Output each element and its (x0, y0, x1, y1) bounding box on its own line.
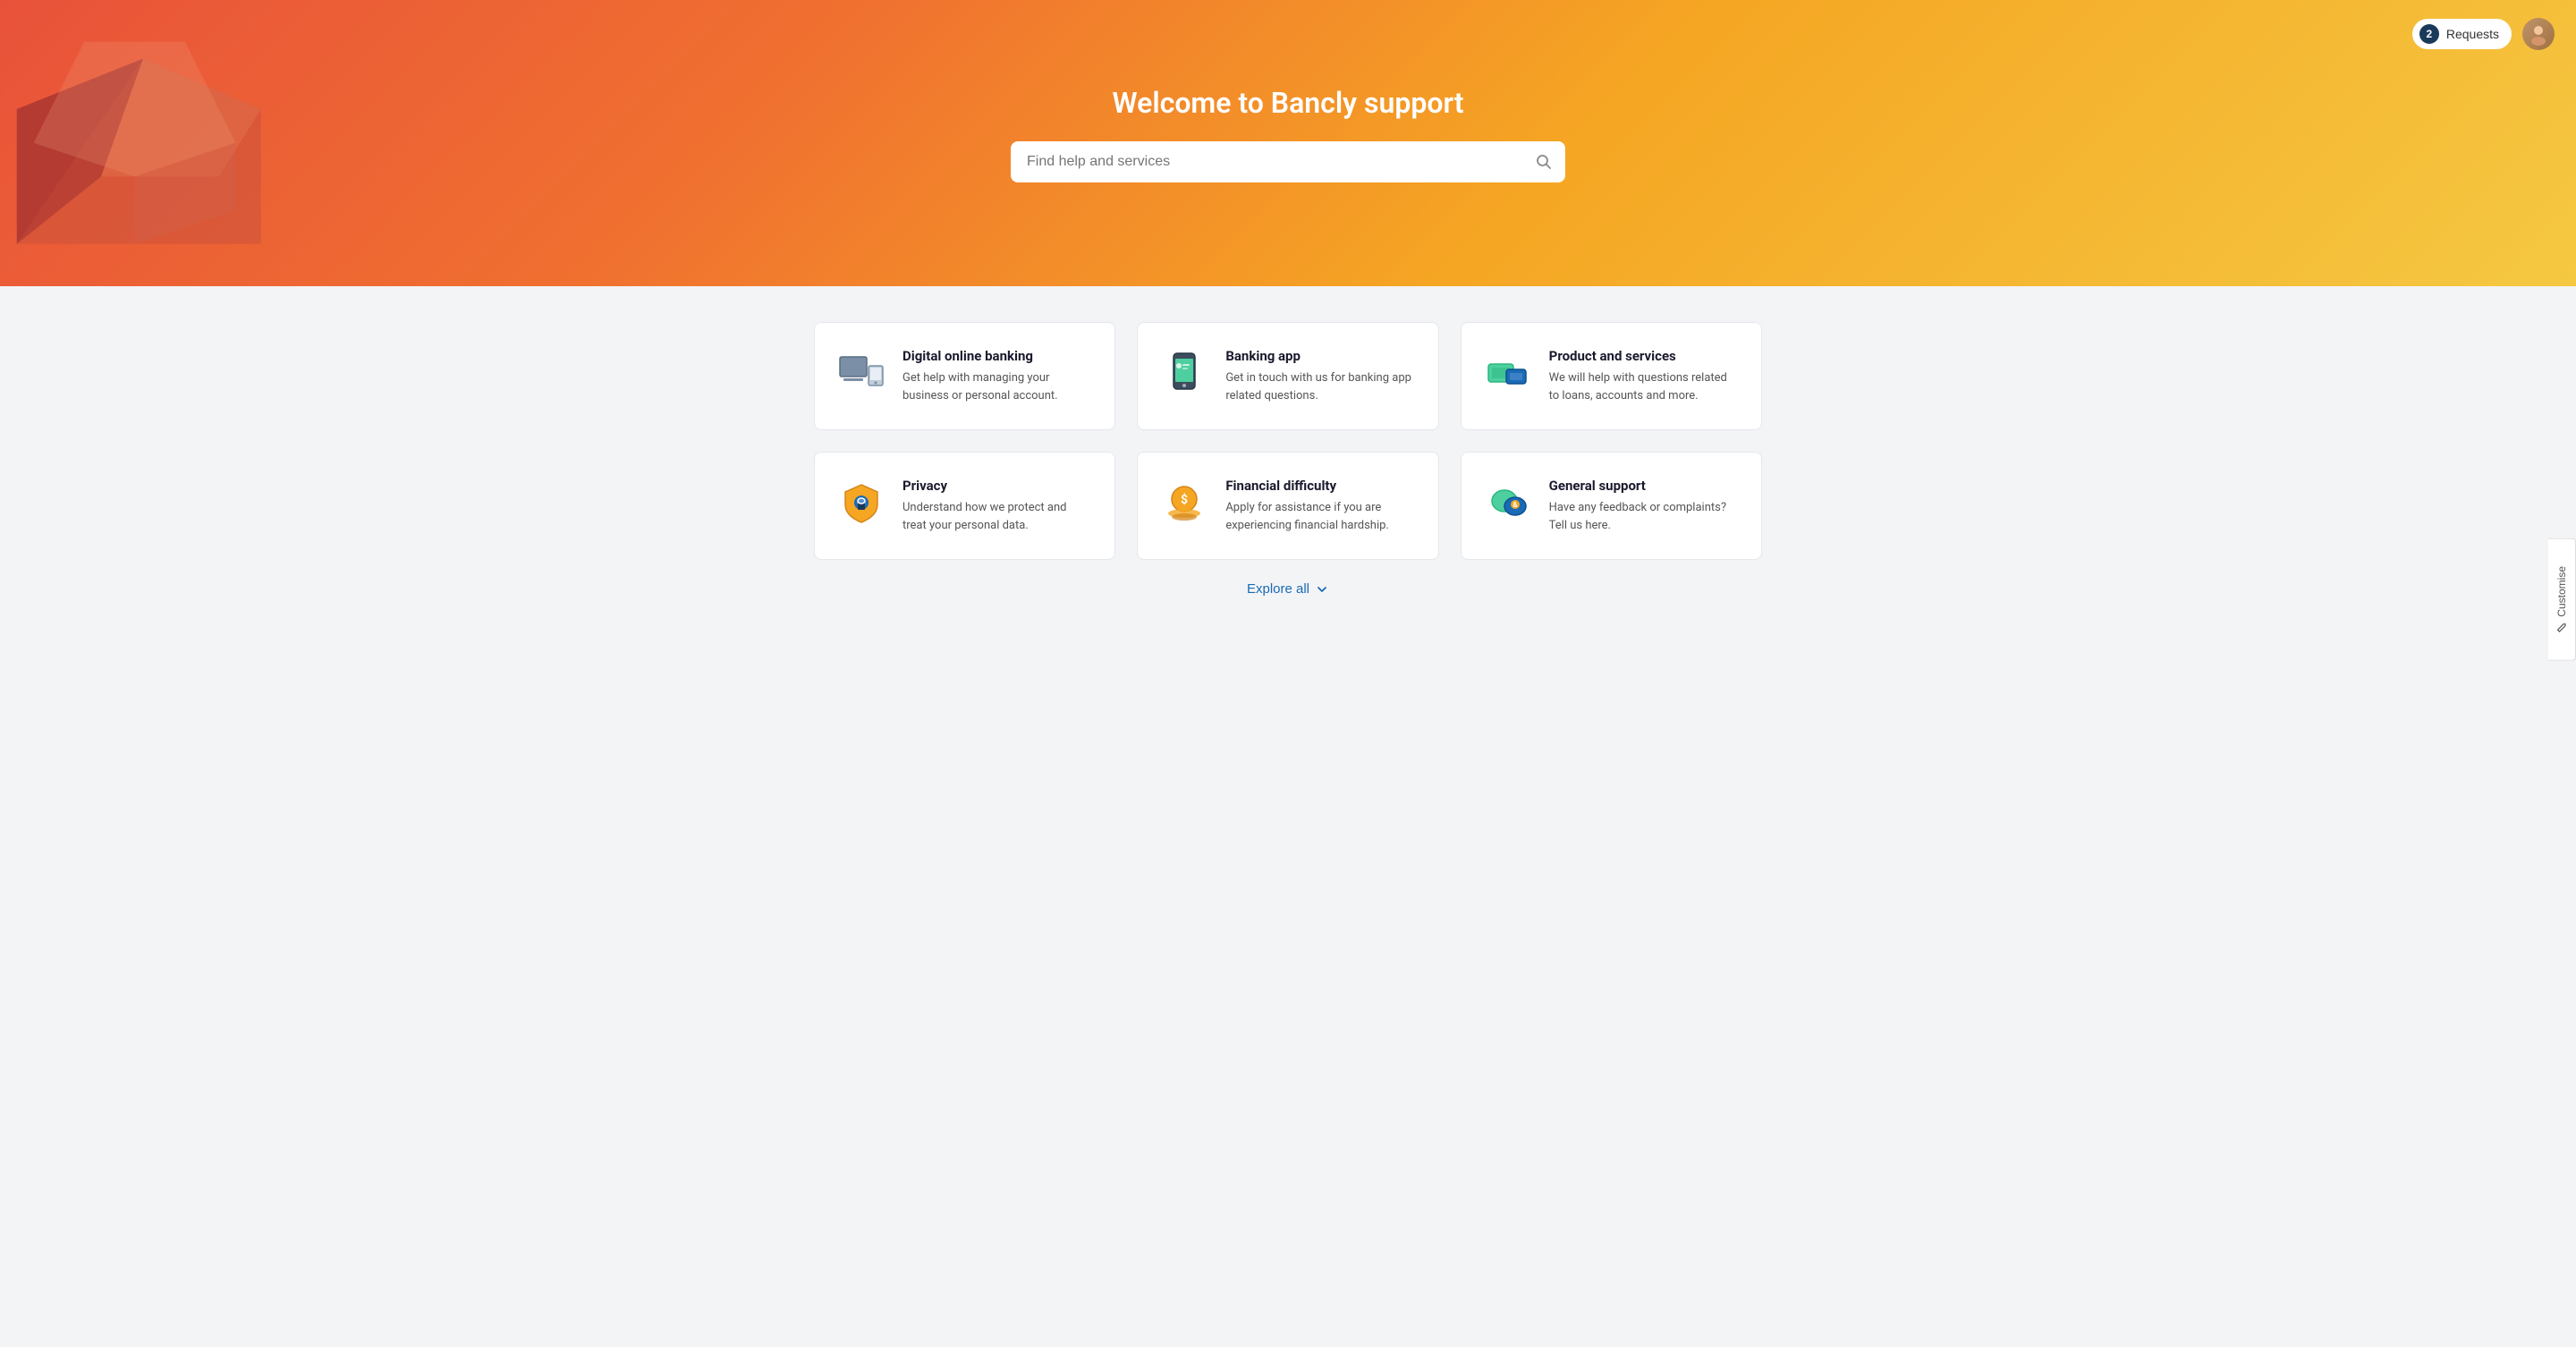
card-title-digital-banking: Digital online banking (902, 348, 1093, 364)
card-icon-app (1159, 348, 1209, 398)
card-icon-finance: $ (1159, 478, 1209, 528)
customise-label: Customise (2555, 566, 2568, 617)
chevron-down-icon (1315, 582, 1329, 597)
hero-decoration (0, 0, 286, 277)
customise-tab-wrapper: Customise (2548, 538, 2576, 661)
card-icon-support: & (1483, 478, 1533, 528)
card-icon-privacy (836, 478, 886, 528)
top-nav: 2 Requests (2412, 18, 2555, 50)
card-desc-digital-banking: Get help with managing your business or … (902, 369, 1093, 404)
explore-all-wrapper: Explore all (814, 581, 1762, 597)
requests-button[interactable]: 2 Requests (2412, 19, 2512, 49)
user-avatar[interactable] (2522, 18, 2555, 50)
card-desc-banking-app: Get in touch with us for banking app rel… (1225, 369, 1416, 404)
card-body-privacy: Privacy Understand how we protect and tr… (902, 478, 1093, 534)
customise-button[interactable]: Customise (2548, 538, 2576, 661)
search-input[interactable] (1011, 141, 1565, 182)
cards-grid: Digital online banking Get help with man… (814, 322, 1762, 560)
requests-label: Requests (2446, 27, 2499, 41)
card-title-banking-app: Banking app (1225, 348, 1416, 364)
card-general-support[interactable]: & General support Have any feedback or c… (1461, 452, 1762, 560)
card-icon-product (1483, 348, 1533, 398)
card-title-products-services: Product and services (1549, 348, 1740, 364)
card-body-banking-app: Banking app Get in touch with us for ban… (1225, 348, 1416, 404)
card-desc-privacy: Understand how we protect and treat your… (902, 499, 1093, 534)
card-desc-products-services: We will help with questions related to l… (1549, 369, 1740, 404)
explore-all-label: Explore all (1247, 581, 1309, 597)
card-desc-general-support: Have any feedback or complaints? Tell us… (1549, 499, 1740, 534)
card-privacy[interactable]: Privacy Understand how we protect and tr… (814, 452, 1115, 560)
hero-title: Welcome to Bancly support (1112, 86, 1463, 120)
card-products-services[interactable]: Product and services We will help with q… (1461, 322, 1762, 430)
card-financial-difficulty[interactable]: $ Financial difficulty Apply for assista… (1137, 452, 1438, 560)
card-body-digital-banking: Digital online banking Get help with man… (902, 348, 1093, 404)
card-title-privacy: Privacy (902, 478, 1093, 494)
svg-text:&: & (1513, 501, 1518, 509)
svg-text:$: $ (1181, 492, 1188, 507)
pencil-icon (2556, 623, 2567, 633)
search-wrapper (1011, 141, 1565, 182)
avatar-image (2522, 18, 2555, 50)
search-button[interactable] (1535, 153, 1553, 171)
card-digital-banking[interactable]: Digital online banking Get help with man… (814, 322, 1115, 430)
card-body-financial-difficulty: Financial difficulty Apply for assistanc… (1225, 478, 1416, 534)
search-icon (1535, 153, 1553, 171)
explore-all-button[interactable]: Explore all (1247, 581, 1329, 597)
card-body-general-support: General support Have any feedback or com… (1549, 478, 1740, 534)
card-icon-digital (836, 348, 886, 398)
card-title-general-support: General support (1549, 478, 1740, 494)
card-banking-app[interactable]: Banking app Get in touch with us for ban… (1137, 322, 1438, 430)
card-desc-financial-difficulty: Apply for assistance if you are experien… (1225, 499, 1416, 534)
main-content: Digital online banking Get help with man… (796, 286, 1780, 632)
card-body-products-services: Product and services We will help with q… (1549, 348, 1740, 404)
requests-badge: 2 (2419, 24, 2439, 44)
card-title-financial-difficulty: Financial difficulty (1225, 478, 1416, 494)
hero-section: 2 Requests Welcome to Bancly support (0, 0, 2576, 286)
